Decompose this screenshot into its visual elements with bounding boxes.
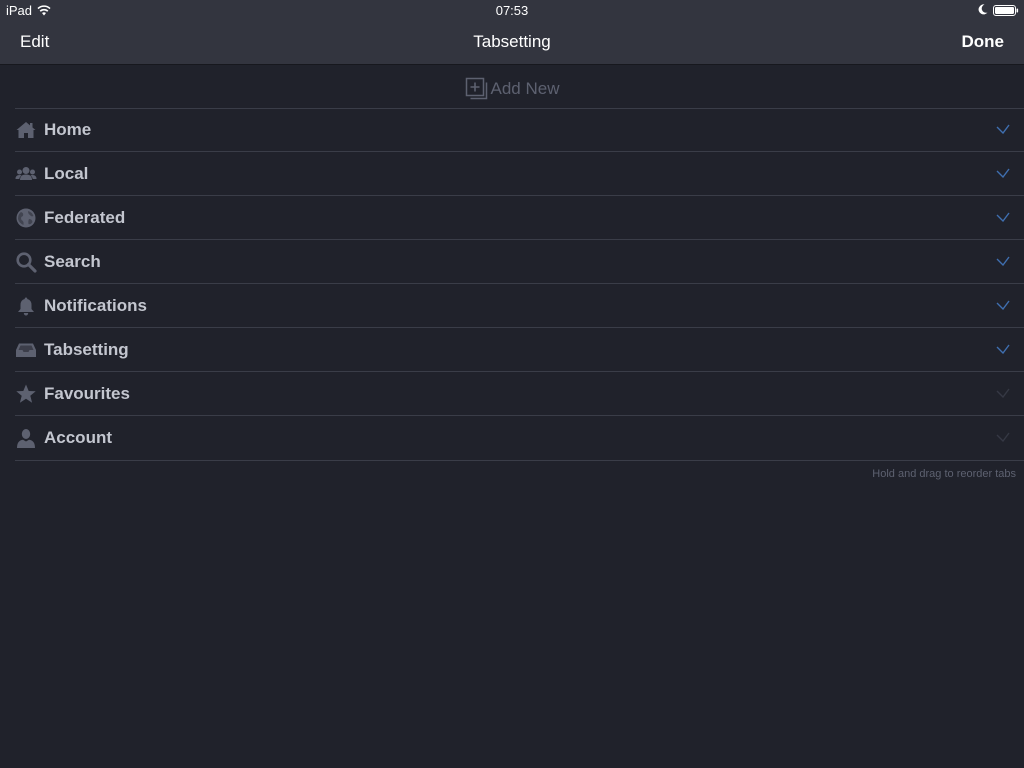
- done-button[interactable]: Done: [962, 32, 1005, 52]
- battery-icon: [993, 5, 1019, 16]
- tab-label: Local: [44, 164, 89, 183]
- add-new-row: Add New: [0, 76, 1024, 102]
- checkmark-icon: [996, 124, 1010, 134]
- tab-label: Notifications: [44, 296, 147, 315]
- tabsetting-screen: iPad 07:53 Edit Tabsetting Done Add New: [0, 0, 1024, 768]
- page-title: Tabsetting: [473, 32, 551, 51]
- tab-row-tabsetting[interactable]: Tabsetting: [15, 328, 1024, 372]
- add-new-label: Add New: [490, 79, 560, 98]
- checkmark-icon: [996, 388, 1010, 398]
- tab-label: Favourites: [44, 384, 130, 403]
- checkmark-icon: [996, 256, 1010, 266]
- navigation-bar: iPad 07:53 Edit Tabsetting Done: [0, 0, 1024, 65]
- tab-row-search[interactable]: Search: [15, 240, 1024, 284]
- person-icon: [17, 429, 35, 448]
- checkmark-icon: [996, 168, 1010, 178]
- tab-label: Account: [44, 428, 112, 447]
- star-icon: [16, 384, 36, 403]
- tab-row-notifications[interactable]: Notifications: [15, 284, 1024, 328]
- globe-icon: [16, 208, 36, 228]
- add-square-icon: [465, 77, 487, 100]
- checkmark-icon: [996, 432, 1010, 442]
- tab-row-local[interactable]: Local: [15, 152, 1024, 196]
- checkmark-icon: [996, 300, 1010, 310]
- tab-row-home[interactable]: Home: [15, 108, 1024, 152]
- status-time: 07:53: [495, 3, 529, 18]
- tab-list: Home Local Federated Search Notification…: [15, 108, 1024, 461]
- bell-icon: [18, 297, 34, 316]
- tab-label: Home: [44, 120, 92, 139]
- reorder-hint: Hold and drag to reorder tabs: [872, 468, 1016, 480]
- add-new-button[interactable]: Add New: [465, 76, 560, 102]
- moon-icon: [978, 4, 988, 15]
- checkmark-icon: [996, 344, 1010, 354]
- tab-label: Search: [44, 252, 101, 271]
- tab-row-favourites[interactable]: Favourites: [15, 372, 1024, 416]
- users-icon: [15, 167, 37, 180]
- tab-label: Federated: [44, 208, 126, 227]
- tab-row-federated[interactable]: Federated: [15, 196, 1024, 240]
- inbox-icon: [16, 343, 36, 357]
- search-icon: [16, 252, 37, 273]
- tab-label: Tabsetting: [44, 340, 129, 359]
- checkmark-icon: [996, 212, 1010, 222]
- home-icon: [16, 122, 36, 138]
- tab-row-account[interactable]: Account: [15, 416, 1024, 461]
